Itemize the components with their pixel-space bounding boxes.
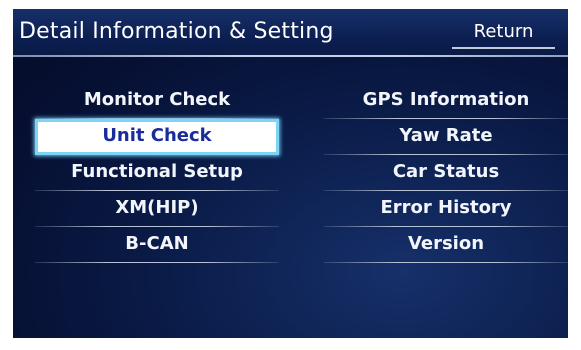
menu-right-column: GPS Information Yaw Rate Car Status Erro… <box>324 83 568 263</box>
menu-item-car-status[interactable]: Car Status <box>324 155 568 191</box>
menu-item-version[interactable]: Version <box>324 227 568 263</box>
menu-item-yaw-rate[interactable]: Yaw Rate <box>324 119 568 155</box>
nav-screen: Detail Information & Setting Return Moni… <box>13 9 568 338</box>
menu-item-xm-hip[interactable]: XM(HIP) <box>35 191 279 227</box>
menu-item-error-history[interactable]: Error History <box>324 191 568 227</box>
menu-item-b-can[interactable]: B-CAN <box>35 227 279 263</box>
page-title: Detail Information & Setting <box>19 19 334 44</box>
return-button-underline <box>452 47 555 49</box>
menu-item-gps-information[interactable]: GPS Information <box>324 83 568 119</box>
menu-item-functional-setup[interactable]: Functional Setup <box>35 155 279 191</box>
menu-item-unit-check[interactable]: Unit Check <box>35 119 279 155</box>
header-bar: Detail Information & Setting Return <box>13 9 568 57</box>
menu-item-monitor-check[interactable]: Monitor Check <box>35 83 279 119</box>
menu-left-column: Monitor Check Unit Check Functional Setu… <box>35 83 279 263</box>
return-button[interactable]: Return <box>452 18 555 46</box>
header-divider <box>13 55 568 57</box>
